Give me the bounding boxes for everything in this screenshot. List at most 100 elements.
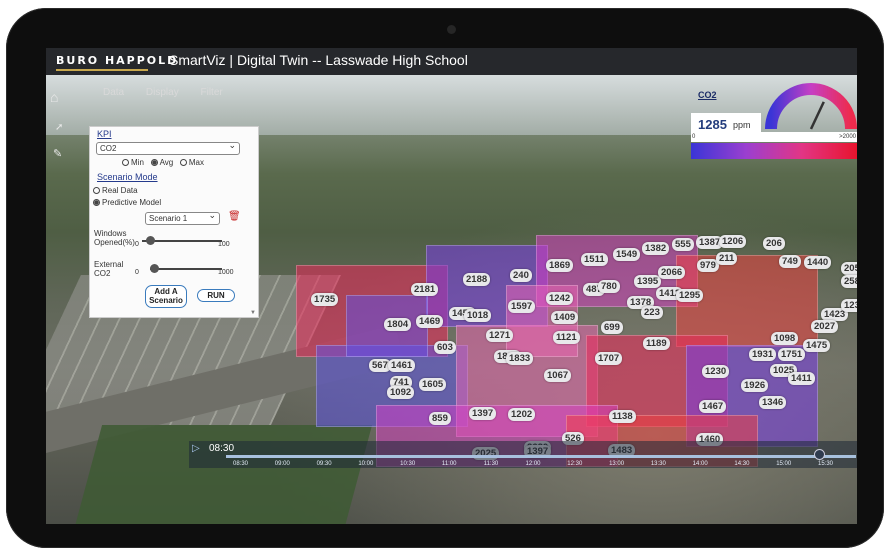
tab-data[interactable]: Data: [103, 87, 124, 98]
mode-predictive-option[interactable]: Predictive Model: [93, 198, 161, 207]
kpi-select[interactable]: CO2: [96, 140, 240, 155]
zone-value-label[interactable]: 1092: [387, 386, 415, 399]
stat-radio-group: Min Avg Max: [122, 158, 204, 167]
zone-value-label[interactable]: 1409: [551, 311, 579, 324]
zone-value-label[interactable]: 1440: [804, 256, 832, 269]
timeline-tick: 10:00: [358, 461, 374, 467]
gauge-unit: ppm: [733, 120, 751, 130]
home-icon[interactable]: ⌂: [50, 89, 58, 105]
zone-value-label[interactable]: 1869: [546, 259, 574, 272]
zone-value-label[interactable]: 240: [510, 269, 532, 282]
play-icon[interactable]: ▷: [192, 443, 200, 454]
stat-max-option[interactable]: Max: [179, 158, 204, 167]
external-max: 1000: [218, 269, 234, 276]
zone-value-label[interactable]: 1230: [702, 365, 730, 378]
zone-value-label[interactable]: 780: [598, 280, 620, 293]
timeline-tick: 14:00: [692, 461, 708, 467]
timeline-tick: 12:00: [525, 461, 541, 467]
zone-value-label[interactable]: 1475: [803, 339, 831, 352]
tab-filter[interactable]: Filter: [200, 87, 222, 98]
zone-value-label[interactable]: 1467: [699, 400, 727, 413]
zone-value-label[interactable]: 1295: [676, 289, 704, 302]
zone-value-label[interactable]: 1735: [311, 293, 339, 306]
radio-selected-icon: [150, 159, 158, 167]
zone-value-label[interactable]: 603: [434, 341, 456, 354]
zone-value-label[interactable]: 1018: [464, 309, 492, 322]
zone-value-label[interactable]: 1189: [643, 337, 670, 350]
zone-value-label[interactable]: 1411: [788, 372, 815, 385]
zone-value-label[interactable]: 1605: [419, 378, 447, 391]
radio-icon: [93, 187, 100, 195]
scenario-mode-label: Scenario Mode: [97, 172, 158, 182]
zone-value-label[interactable]: 1549: [613, 248, 641, 261]
tab-display[interactable]: Display: [146, 87, 179, 98]
zone-value-label[interactable]: 1206: [719, 235, 747, 248]
cursor-icon[interactable]: ➚: [55, 122, 63, 133]
zone-value-label[interactable]: 1926: [741, 379, 769, 392]
current-time: 08:30: [209, 443, 235, 454]
zone-value-label[interactable]: 1597: [508, 300, 536, 313]
run-button[interactable]: RUN: [197, 289, 235, 302]
external-co2-slider-handle[interactable]: [149, 264, 159, 273]
ruler-icon[interactable]: ✎: [53, 147, 62, 160]
stat-avg-option[interactable]: Avg: [150, 158, 173, 167]
zone-value-label[interactable]: 859: [429, 412, 451, 425]
zone-value-label[interactable]: 1469: [416, 315, 444, 328]
zone-value-label[interactable]: 211: [716, 252, 738, 265]
windows-slider[interactable]: [142, 236, 222, 245]
zone-value-label[interactable]: 1271: [486, 329, 514, 342]
timeline-tick: 15:00: [776, 461, 792, 467]
scale-min: 0: [692, 134, 696, 140]
timeline-tick: 09:30: [316, 461, 332, 467]
zone-value-label[interactable]: 206: [763, 237, 785, 250]
timeline-tick: 13:30: [650, 461, 666, 467]
zone-value-label[interactable]: 1067: [544, 369, 572, 382]
zone-value-label[interactable]: 1395: [634, 275, 662, 288]
external-co2-slider[interactable]: [149, 264, 222, 273]
zone-value-label[interactable]: 1098: [771, 332, 799, 345]
zone-value-label[interactable]: 749: [779, 255, 801, 268]
zone-value-label[interactable]: 1461: [388, 359, 416, 372]
zone-value-label[interactable]: 699: [601, 321, 623, 334]
trash-icon[interactable]: 🗑: [228, 211, 241, 222]
zone-value-label[interactable]: 1833: [506, 352, 534, 365]
building-model[interactable]: 1735 2181 2188 240 1869 1511 1549 1382 555 1387 12…: [256, 235, 857, 467]
zone-value-label[interactable]: 2066: [658, 266, 686, 279]
timeline-tick: 15:30: [818, 461, 834, 467]
zone-value-label[interactable]: 1138: [609, 410, 636, 423]
mode-real-option[interactable]: Real Data: [93, 186, 138, 195]
brand-logo: BURO HAPPOLD: [56, 54, 179, 67]
zone-value-label[interactable]: 223: [641, 306, 663, 319]
zone-value-label[interactable]: 1931: [749, 348, 777, 361]
zone-value-label[interactable]: 1346: [759, 396, 787, 409]
zone-value-label[interactable]: 1707: [595, 352, 623, 365]
zone-value-label[interactable]: 2181: [411, 283, 439, 296]
zone-value-label[interactable]: 1751: [778, 348, 806, 361]
zone-value-label[interactable]: 1232: [841, 299, 857, 312]
zone-value-label[interactable]: 1121: [553, 331, 580, 344]
gauge-scale: 0 >2000: [691, 132, 857, 142]
zone-value-label[interactable]: 2188: [463, 273, 491, 286]
gauge-needle: [809, 101, 825, 130]
stat-min-option[interactable]: Min: [122, 158, 144, 167]
zone-value-label[interactable]: 1397: [469, 407, 497, 420]
panel-tabs: Data Display Filter: [103, 87, 242, 98]
3d-viewport[interactable]: 1735 2181 2188 240 1869 1511 1549 1382 555 1387 12…: [46, 75, 857, 524]
zone-value-label[interactable]: 1804: [384, 318, 412, 331]
zone-value-label[interactable]: 1511: [581, 253, 608, 266]
zone-value-label[interactable]: 555: [672, 238, 694, 251]
zone-value-label[interactable]: 2027: [811, 320, 839, 333]
add-scenario-button[interactable]: Add A Scenario: [145, 285, 187, 308]
zone-value-label[interactable]: 2056: [841, 262, 857, 275]
scroll-down-icon[interactable]: ▼: [250, 310, 256, 316]
windows-slider-handle[interactable]: [146, 236, 155, 245]
scenario-select[interactable]: Scenario 1: [145, 210, 220, 225]
zone-value-label[interactable]: 258: [841, 275, 857, 288]
timeline-track[interactable]: [226, 455, 856, 458]
zone-value-label[interactable]: 1382: [642, 242, 670, 255]
zone-value-label[interactable]: 1202: [508, 408, 536, 421]
zone-value-label[interactable]: 1242: [546, 292, 574, 305]
brand-underline: [56, 69, 148, 71]
radio-icon: [122, 159, 129, 167]
timeline-handle[interactable]: [814, 449, 825, 460]
